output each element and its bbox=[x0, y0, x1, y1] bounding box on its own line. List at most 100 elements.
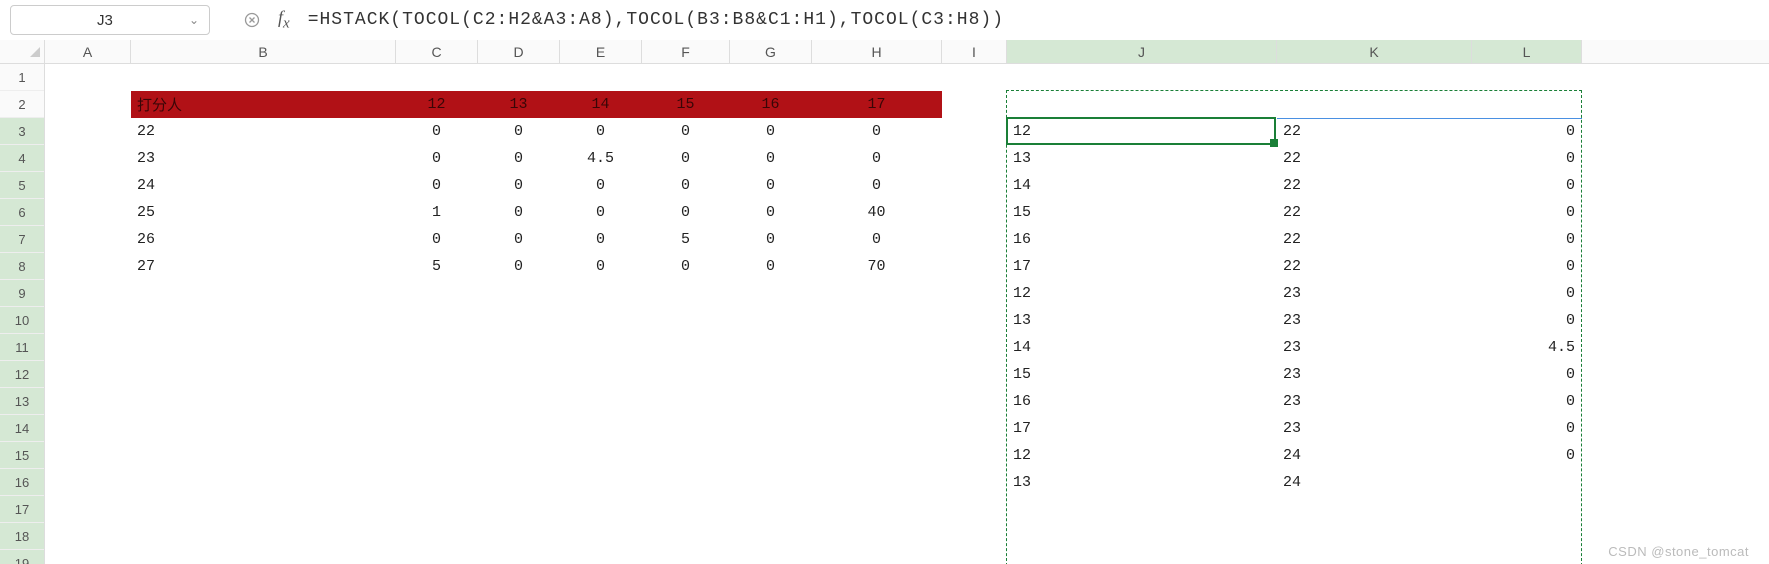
cell[interactable]: 16 bbox=[1007, 226, 1277, 253]
cell[interactable] bbox=[45, 550, 131, 564]
cell[interactable] bbox=[131, 307, 396, 334]
cell[interactable] bbox=[942, 253, 1007, 280]
cell[interactable]: 5 bbox=[396, 253, 478, 280]
cell[interactable] bbox=[560, 550, 642, 564]
cell[interactable] bbox=[1472, 550, 1582, 564]
cell[interactable] bbox=[560, 361, 642, 388]
cell[interactable] bbox=[45, 361, 131, 388]
name-box[interactable]: J3 ⌄ bbox=[10, 5, 210, 35]
cell[interactable] bbox=[942, 145, 1007, 172]
cell[interactable] bbox=[560, 280, 642, 307]
column-header-L[interactable]: L bbox=[1472, 40, 1582, 63]
cell[interactable] bbox=[131, 469, 396, 496]
cell[interactable] bbox=[45, 91, 131, 118]
cell[interactable]: 23 bbox=[1277, 334, 1472, 361]
cell[interactable]: 0 bbox=[812, 172, 942, 199]
cell[interactable] bbox=[642, 415, 730, 442]
cell[interactable] bbox=[942, 496, 1007, 523]
cell[interactable] bbox=[1007, 523, 1277, 550]
cell[interactable]: 13 bbox=[478, 91, 560, 118]
cell[interactable] bbox=[642, 280, 730, 307]
cell[interactable]: 0 bbox=[560, 118, 642, 145]
cell[interactable]: 0 bbox=[1472, 361, 1582, 388]
cell[interactable] bbox=[45, 523, 131, 550]
cell[interactable] bbox=[560, 64, 642, 91]
cell[interactable] bbox=[942, 172, 1007, 199]
column-header-A[interactable]: A bbox=[45, 40, 131, 63]
chevron-down-icon[interactable]: ⌄ bbox=[189, 13, 199, 27]
cell[interactable] bbox=[812, 334, 942, 361]
cell[interactable] bbox=[478, 361, 560, 388]
row-header[interactable]: 11 bbox=[0, 334, 44, 361]
cell[interactable]: 22 bbox=[1277, 118, 1472, 145]
cell[interactable]: 27 bbox=[131, 253, 396, 280]
cell[interactable] bbox=[131, 550, 396, 564]
cell[interactable] bbox=[131, 523, 396, 550]
row-header[interactable]: 1 bbox=[0, 64, 44, 91]
cell[interactable] bbox=[730, 307, 812, 334]
cell[interactable]: 0 bbox=[642, 145, 730, 172]
cell[interactable] bbox=[642, 388, 730, 415]
cell[interactable] bbox=[45, 145, 131, 172]
cell[interactable]: 17 bbox=[1007, 253, 1277, 280]
row-header[interactable]: 6 bbox=[0, 199, 44, 226]
cell[interactable] bbox=[642, 64, 730, 91]
cell[interactable]: 0 bbox=[1472, 415, 1582, 442]
cell[interactable] bbox=[812, 307, 942, 334]
cell[interactable] bbox=[1007, 91, 1277, 118]
row-header[interactable]: 10 bbox=[0, 307, 44, 334]
cell[interactable] bbox=[942, 307, 1007, 334]
cell[interactable] bbox=[1277, 496, 1472, 523]
cell[interactable] bbox=[942, 64, 1007, 91]
row-header[interactable]: 15 bbox=[0, 442, 44, 469]
cell[interactable] bbox=[560, 307, 642, 334]
cell[interactable]: 0 bbox=[560, 199, 642, 226]
cell[interactable] bbox=[942, 415, 1007, 442]
cell[interactable]: 70 bbox=[812, 253, 942, 280]
cell[interactable] bbox=[396, 523, 478, 550]
cell[interactable] bbox=[478, 64, 560, 91]
cell[interactable] bbox=[812, 361, 942, 388]
cell[interactable] bbox=[45, 307, 131, 334]
cell[interactable]: 0 bbox=[1472, 388, 1582, 415]
cell[interactable]: 23 bbox=[1277, 388, 1472, 415]
cell[interactable] bbox=[942, 334, 1007, 361]
cell[interactable] bbox=[942, 442, 1007, 469]
cell[interactable] bbox=[45, 172, 131, 199]
cell[interactable]: 0 bbox=[1472, 172, 1582, 199]
cell[interactable]: 0 bbox=[730, 253, 812, 280]
cell[interactable] bbox=[131, 64, 396, 91]
cell[interactable]: 22 bbox=[1277, 145, 1472, 172]
column-header-I[interactable]: I bbox=[942, 40, 1007, 63]
cell[interactable] bbox=[730, 415, 812, 442]
cell[interactable] bbox=[1277, 523, 1472, 550]
cell[interactable] bbox=[45, 253, 131, 280]
cell[interactable] bbox=[45, 442, 131, 469]
cell[interactable] bbox=[642, 469, 730, 496]
cell[interactable] bbox=[560, 523, 642, 550]
column-header-G[interactable]: G bbox=[730, 40, 812, 63]
row-header[interactable]: 3 bbox=[0, 118, 44, 145]
row-header[interactable]: 9 bbox=[0, 280, 44, 307]
cell[interactable] bbox=[730, 280, 812, 307]
cell[interactable]: 22 bbox=[1277, 199, 1472, 226]
column-header-E[interactable]: E bbox=[560, 40, 642, 63]
cell[interactable]: 0 bbox=[478, 226, 560, 253]
cell[interactable]: 1 bbox=[396, 199, 478, 226]
cell[interactable] bbox=[1472, 469, 1582, 496]
cell[interactable] bbox=[45, 469, 131, 496]
row-header[interactable]: 16 bbox=[0, 469, 44, 496]
cell[interactable]: 0 bbox=[1472, 280, 1582, 307]
row-header[interactable]: 7 bbox=[0, 226, 44, 253]
cell[interactable]: 0 bbox=[478, 253, 560, 280]
cell[interactable] bbox=[560, 334, 642, 361]
cell[interactable] bbox=[942, 199, 1007, 226]
cell[interactable]: 0 bbox=[812, 145, 942, 172]
cell[interactable]: 0 bbox=[478, 199, 560, 226]
cell[interactable]: 15 bbox=[1007, 361, 1277, 388]
row-header[interactable]: 19 bbox=[0, 550, 44, 564]
cell[interactable]: 4.5 bbox=[560, 145, 642, 172]
cell[interactable]: 0 bbox=[1472, 442, 1582, 469]
cell[interactable] bbox=[812, 64, 942, 91]
select-all-corner[interactable] bbox=[0, 40, 45, 64]
